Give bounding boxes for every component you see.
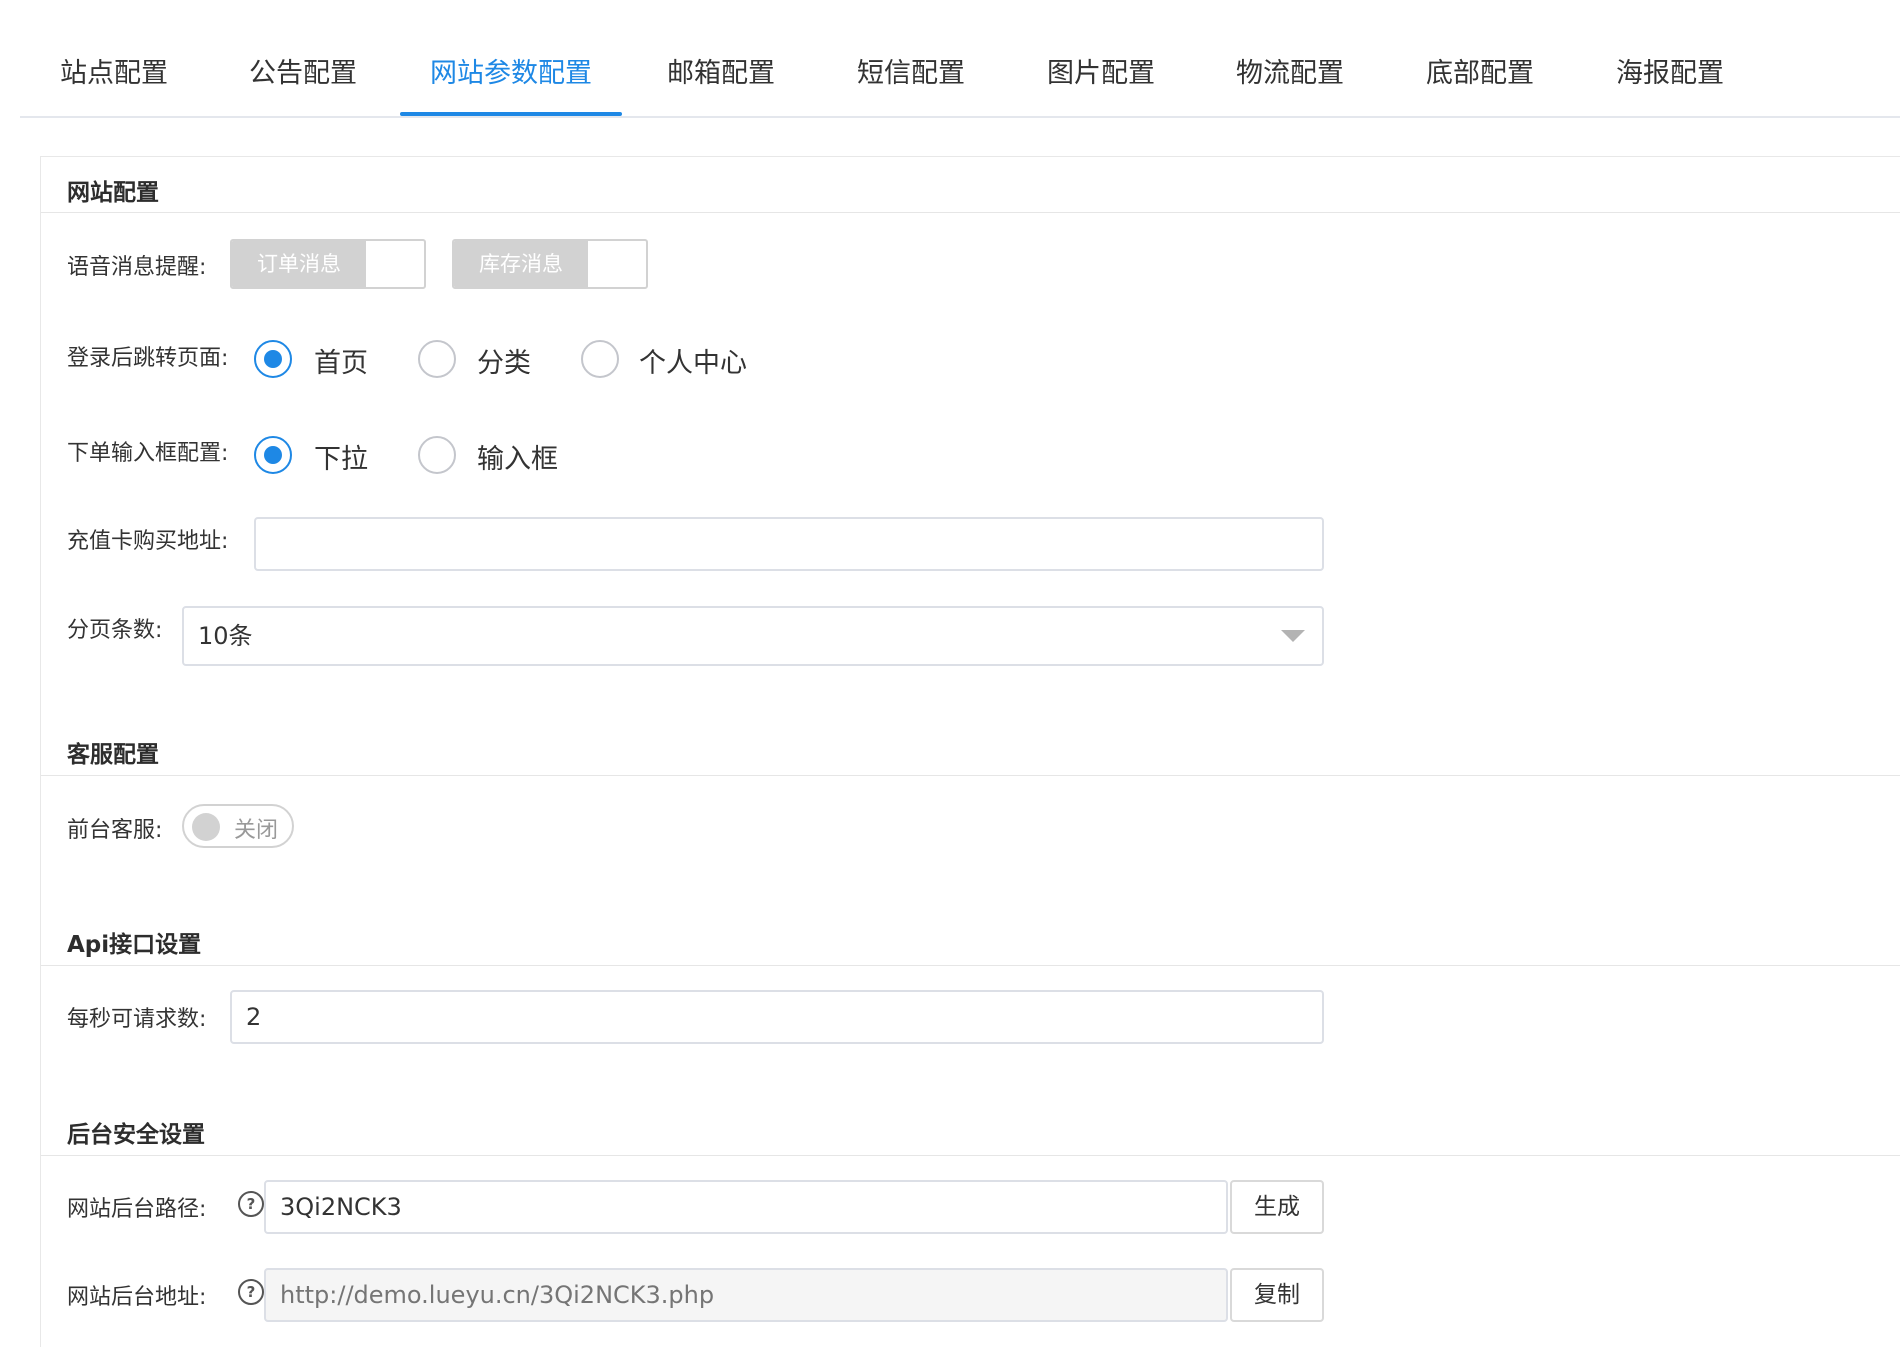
login-redirect-label: 登录后跳转页面: [67, 346, 229, 371]
recharge-url-label: 充值卡购买地址: [67, 529, 229, 554]
section-title-site-config: 网站配置 [67, 180, 159, 206]
radio-input-box[interactable] [418, 436, 456, 474]
radio-input-box-label[interactable]: 输入框 [477, 437, 558, 476]
page-size-value: 10条 [198, 622, 253, 650]
order-message-switch[interactable]: 订单消息 [230, 239, 426, 289]
radio-dropdown[interactable] [254, 436, 292, 474]
radio-selected-dot [264, 446, 282, 464]
admin-url-input [264, 1268, 1228, 1322]
radio-home-label[interactable]: 首页 [314, 341, 368, 380]
frontend-service-label: 前台客服: [67, 818, 163, 843]
tab-poster-config[interactable]: 海报配置 [1616, 52, 1724, 114]
radio-user-center[interactable] [581, 340, 619, 378]
help-icon[interactable]: ? [238, 1191, 264, 1217]
stock-message-switch[interactable]: 库存消息 [452, 239, 648, 289]
frontend-service-toggle[interactable]: 关闭 [182, 804, 294, 848]
chevron-down-icon [1281, 630, 1305, 642]
help-icon[interactable]: ? [238, 1279, 264, 1305]
admin-url-label: 网站后台地址: [67, 1285, 207, 1310]
tab-mail-config[interactable]: 邮箱配置 [667, 52, 775, 114]
section-title-api-settings: Api接口设置 [67, 932, 202, 958]
section-title-customer-service: 客服配置 [67, 742, 159, 768]
order-message-label: 订单消息 [232, 241, 366, 287]
tab-site-config[interactable]: 站点配置 [60, 52, 168, 114]
toggle-knob [192, 813, 220, 841]
tab-image-config[interactable]: 图片配置 [1047, 52, 1155, 114]
rps-label: 每秒可请求数: [67, 1007, 207, 1032]
stock-message-label: 库存消息 [454, 241, 588, 287]
radio-category-label[interactable]: 分类 [477, 341, 531, 380]
toggle-state-text: 关闭 [234, 818, 279, 843]
radio-user-center-label[interactable]: 个人中心 [639, 341, 747, 380]
radio-category[interactable] [418, 340, 456, 378]
rps-input[interactable] [230, 990, 1324, 1044]
tab-sms-config[interactable]: 短信配置 [857, 52, 965, 114]
admin-path-input[interactable] [264, 1180, 1228, 1234]
settings-panel: 网站配置 语音消息提醒: 订单消息 库存消息 登录后跳转页面: 首页 分类 个人… [40, 156, 1900, 1347]
section-title-security: 后台安全设置 [67, 1122, 205, 1148]
tab-notice-config[interactable]: 公告配置 [249, 52, 357, 114]
radio-dropdown-label[interactable]: 下拉 [314, 437, 368, 476]
section-divider [41, 212, 1900, 213]
radio-selected-dot [264, 350, 282, 368]
tab-footer-config[interactable]: 底部配置 [1426, 52, 1534, 114]
admin-path-label: 网站后台路径: [67, 1197, 207, 1222]
section-divider [41, 775, 1900, 776]
page-size-label: 分页条数: [67, 618, 163, 643]
generate-button[interactable]: 生成 [1230, 1180, 1324, 1234]
section-divider [41, 1155, 1900, 1156]
tab-site-params-config[interactable]: 网站参数配置 [400, 52, 622, 116]
order-input-config-label: 下单输入框配置: [67, 441, 229, 466]
section-divider [41, 965, 1900, 966]
page-size-select[interactable]: 10条 [182, 606, 1324, 666]
tab-bar: 站点配置 公告配置 网站参数配置 邮箱配置 短信配置 图片配置 物流配置 底部配… [20, 0, 1900, 118]
tab-logistics-config[interactable]: 物流配置 [1236, 52, 1344, 114]
recharge-url-input[interactable] [254, 517, 1324, 571]
voice-alert-label: 语音消息提醒: [67, 255, 207, 280]
radio-home[interactable] [254, 340, 292, 378]
copy-button[interactable]: 复制 [1230, 1268, 1324, 1322]
